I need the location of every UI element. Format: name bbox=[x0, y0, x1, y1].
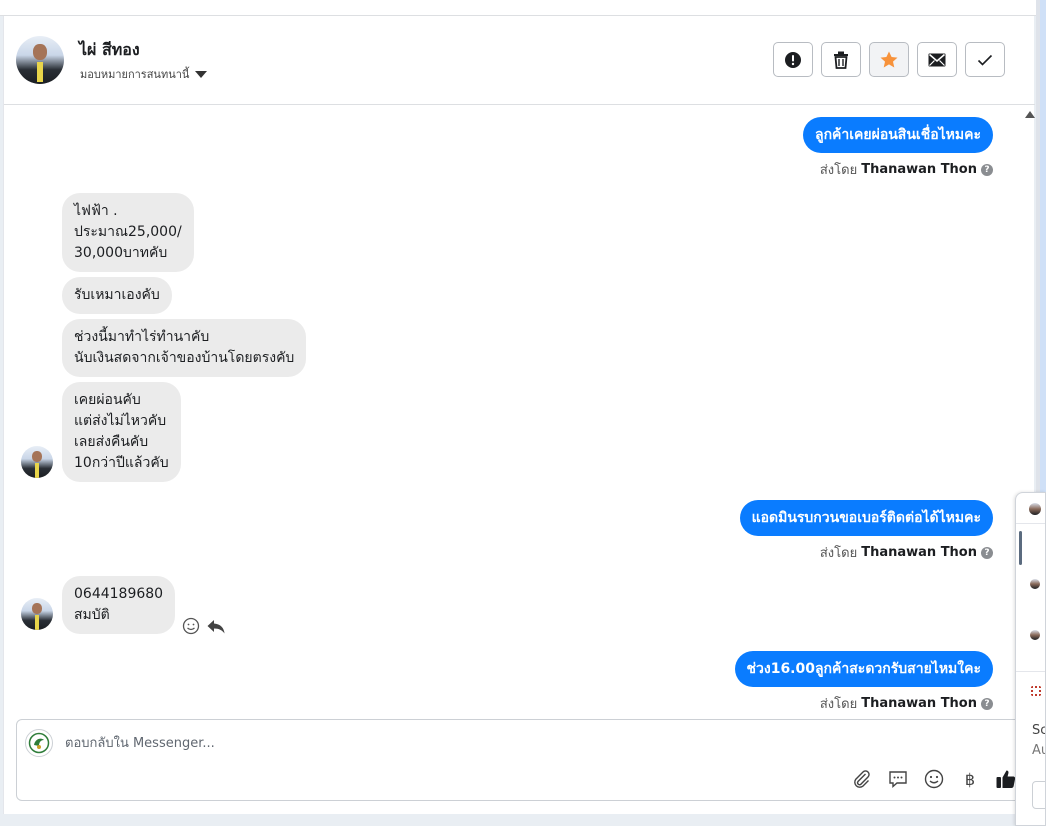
chevron-down-icon bbox=[195, 70, 208, 78]
sent-by-prefix: ส่งโดย bbox=[819, 163, 858, 178]
scroll-up-arrow-icon[interactable] bbox=[1025, 111, 1035, 118]
side-panel-text: Au bbox=[1032, 743, 1045, 758]
message-line: นับเงินสดจากเจ้าของบ้านโดยตรงคับ bbox=[74, 350, 295, 366]
sent-by-prefix: ส่งโดย bbox=[819, 546, 858, 561]
thumbs-up-icon[interactable] bbox=[995, 768, 1017, 790]
composer-tools: ฿ bbox=[851, 768, 1017, 790]
help-icon[interactable]: ? bbox=[981, 546, 993, 559]
header-actions bbox=[773, 42, 1005, 77]
incoming-message[interactable]: รับเหมาเองคับ bbox=[62, 277, 172, 314]
message-line: ประมาณ25,000/ bbox=[74, 224, 182, 240]
reply-input[interactable] bbox=[65, 732, 965, 754]
mark-done-button[interactable] bbox=[965, 42, 1005, 77]
side-panel-button[interactable] bbox=[1032, 781, 1045, 809]
sent-by-label: ส่งโดย Thanawan Thon ? bbox=[820, 159, 993, 180]
divider bbox=[1016, 671, 1045, 672]
app-icon[interactable] bbox=[1031, 686, 1041, 696]
incoming-message[interactable]: 0644189680 สมบัติ bbox=[62, 576, 176, 634]
incoming-message[interactable]: เคยผ่อนคับ แต่ส่งไม่ไหวคับ เลยส่งคืนคับ … bbox=[62, 382, 181, 482]
divider bbox=[1016, 523, 1045, 524]
conversation-header: ไผ่ สีทอง มอบหมายการสนทนานี้ bbox=[4, 16, 1035, 105]
sent-by-label: ส่งโดย Thanawan Thon ? bbox=[820, 542, 993, 563]
avatar[interactable] bbox=[1030, 579, 1040, 589]
sender-name: Thanawan Thon bbox=[861, 545, 977, 560]
outgoing-message[interactable]: แอดมินรบกวนขอเบอร์ติดต่อได้ไหมคะ bbox=[739, 500, 993, 536]
help-icon[interactable]: ? bbox=[981, 163, 993, 176]
scrollbar-thumb[interactable] bbox=[1019, 531, 1022, 565]
message-line: แต่ส่งไม่ไหวคับ bbox=[74, 413, 167, 429]
sender-name: Thanawan Thon bbox=[861, 162, 977, 177]
sent-by-prefix: ส่งโดย bbox=[819, 697, 858, 712]
contact-avatar-small[interactable] bbox=[21, 446, 53, 478]
assign-conversation-dropdown[interactable]: มอบหมายการสนทนานี้ bbox=[80, 65, 208, 83]
star-button[interactable] bbox=[869, 42, 909, 77]
reply-composer: ฿ bbox=[16, 719, 1026, 801]
check-icon bbox=[977, 54, 993, 66]
message-line: 10กว่าปีแล้วคับ bbox=[74, 455, 169, 471]
message-line: ช่วงนี้มาทำไร่ทำนาคับ bbox=[74, 329, 210, 345]
star-icon bbox=[880, 51, 898, 67]
outgoing-message[interactable]: ช่วง16.00ลูกค้าสะดวกรับสายไหมใคะ bbox=[734, 651, 993, 687]
help-icon[interactable]: ? bbox=[981, 697, 993, 710]
message-line: เคยผ่อนคับ bbox=[74, 392, 141, 408]
mark-unread-button[interactable] bbox=[917, 42, 957, 77]
contact-name[interactable]: ไผ่ สีทอง bbox=[79, 38, 140, 63]
delete-button[interactable] bbox=[821, 42, 861, 77]
paperclip-icon[interactable] bbox=[851, 768, 873, 790]
message-line: ไฟฟ้า . bbox=[74, 203, 118, 219]
alert-icon bbox=[785, 51, 801, 68]
contact-avatar[interactable] bbox=[16, 36, 64, 84]
sent-by-label: ส่งโดย Thanawan Thon ? bbox=[820, 693, 993, 714]
emoji-icon[interactable] bbox=[923, 768, 945, 790]
message-line: 30,000บาทคับ bbox=[74, 245, 168, 261]
incoming-message[interactable]: ช่วงนี้มาทำไร่ทำนาคับ นับเงินสดจากเจ้าขอ… bbox=[62, 319, 307, 377]
top-strip bbox=[0, 0, 1036, 16]
outgoing-message[interactable]: ลูกค้าเคยผ่อนสินเชื่อไหมคะ bbox=[802, 117, 993, 153]
avatar[interactable] bbox=[1029, 503, 1041, 515]
incoming-message[interactable]: ไฟฟ้า . ประมาณ25,000/ 30,000บาทคับ bbox=[62, 193, 194, 272]
avatar[interactable] bbox=[1030, 630, 1040, 640]
sender-name: Thanawan Thon bbox=[861, 696, 977, 711]
mark-spam-button[interactable] bbox=[773, 42, 813, 77]
message-thread[interactable]: ลูกค้าเคยผ่อนสินเชื่อไหมคะ ส่งโดย Thanaw… bbox=[4, 105, 1035, 715]
message-line: เลยส่งคืนคับ bbox=[74, 434, 149, 450]
conversation-panel: ไผ่ สีทอง มอบหมายการสนทนานี้ ลูกค้าเคยผ่… bbox=[3, 16, 1035, 814]
speech-bubble-icon[interactable] bbox=[887, 768, 909, 790]
message-line: สมบัติ bbox=[74, 607, 110, 623]
reply-icon[interactable] bbox=[206, 617, 226, 639]
trash-icon bbox=[834, 51, 848, 69]
message-line: 0644189680 bbox=[74, 586, 164, 602]
baht-icon[interactable]: ฿ bbox=[959, 768, 981, 790]
envelope-icon bbox=[928, 53, 946, 66]
side-panel: Sc Au bbox=[1015, 492, 1046, 826]
message-tools bbox=[182, 617, 226, 639]
contact-avatar-small[interactable] bbox=[21, 598, 53, 630]
page-avatar bbox=[25, 729, 53, 757]
react-emoji-icon[interactable] bbox=[182, 617, 200, 639]
assign-label: มอบหมายการสนทนานี้ bbox=[80, 68, 190, 81]
side-panel-text: Sc bbox=[1032, 723, 1046, 738]
